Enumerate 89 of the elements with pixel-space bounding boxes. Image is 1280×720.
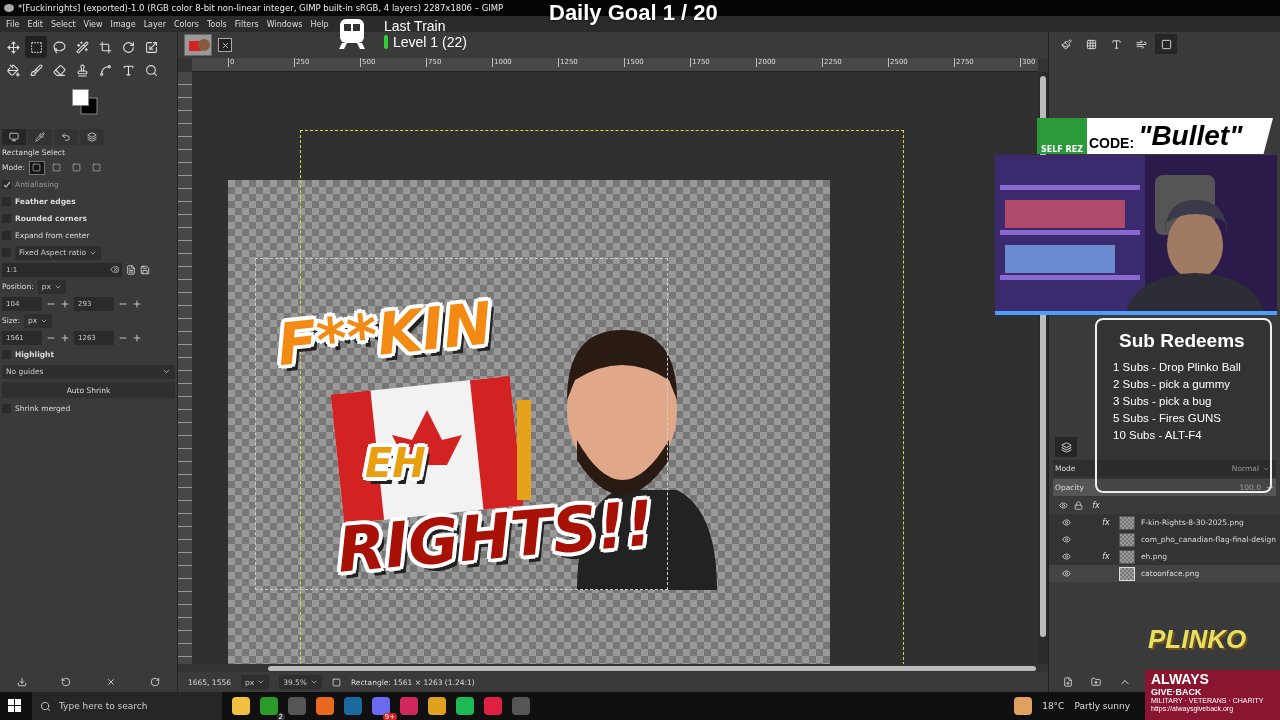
redeem-item: 10 Subs - ALT-F4: [1113, 429, 1203, 441]
menu-item[interactable]: Colors: [169, 19, 203, 29]
delete-icon[interactable]: [105, 677, 116, 687]
taskbar-search-field[interactable]: Type here to search: [32, 692, 222, 720]
redeem-item: 3 Subs - pick a bug: [1113, 395, 1213, 407]
dock-tab[interactable]: [1155, 34, 1177, 54]
plus-icon[interactable]: [60, 332, 70, 343]
plinko-logo: PLINKO: [1148, 624, 1247, 654]
train-level: Level 1 (22): [393, 34, 467, 50]
pattern-icon[interactable]: [1085, 38, 1097, 50]
restore-icon[interactable]: [61, 677, 72, 687]
square-icon[interactable]: [32, 163, 42, 172]
artwork-text: RIGHTS!!: [334, 486, 657, 587]
chevron-down-icon: [310, 678, 318, 686]
dock-tab[interactable]: [80, 129, 104, 145]
plus-icon[interactable]: [132, 298, 142, 309]
images-icon[interactable]: [87, 132, 97, 142]
app-icon[interactable]: [484, 697, 502, 715]
save-icon[interactable]: [140, 264, 150, 275]
dock-tab[interactable]: [1055, 437, 1077, 457]
search-icon: [40, 700, 51, 712]
effects-label: fx: [1091, 500, 1101, 512]
eye-icon[interactable]: [1061, 552, 1071, 561]
square-icon[interactable]: [92, 163, 102, 172]
undo-history-icon[interactable]: [61, 132, 71, 142]
eye-icon[interactable]: [1061, 518, 1071, 527]
layers-icon[interactable]: [1060, 441, 1072, 453]
scrollbar[interactable]: [268, 665, 1036, 671]
layer-thumbnail: [1119, 549, 1135, 564]
chevron-down-icon: [257, 678, 266, 686]
effects-label: fx: [1102, 552, 1110, 561]
code-label: CODE:: [1089, 135, 1135, 151]
brush-icon[interactable]: [1060, 38, 1072, 50]
windows-start-icon[interactable]: [8, 699, 22, 713]
train-title: Last Train: [384, 18, 447, 34]
redeem-item: 2 Subs - pick a gummy: [1113, 378, 1231, 390]
layer-thumbnail: [1119, 515, 1135, 530]
plus-icon[interactable]: [60, 298, 70, 309]
square-icon[interactable]: [52, 163, 62, 172]
menu-item[interactable]: Windows: [262, 19, 307, 29]
eye-icon[interactable]: [1061, 569, 1071, 578]
dock-tab[interactable]: [54, 129, 78, 145]
level-bar: [384, 35, 388, 49]
code-value: "Bullet": [1138, 120, 1243, 152]
menu-item[interactable]: Layer: [139, 19, 170, 29]
gradient-icon[interactable]: [1135, 38, 1147, 50]
menu-item[interactable]: Filters: [230, 19, 263, 29]
lock-icon: [1074, 501, 1083, 510]
clear-icon[interactable]: [110, 265, 119, 274]
selection-icon: [332, 677, 341, 687]
menu-item[interactable]: Tools: [203, 19, 231, 29]
redeem-item: 5 Subs - Fires GUNS: [1113, 412, 1222, 424]
charity-subtitle: GIVE·BACK: [1151, 687, 1202, 697]
mode-button[interactable]: [28, 160, 45, 175]
new-layer-icon[interactable]: [1063, 677, 1073, 687]
charity-title: ALWAYS: [1151, 672, 1209, 687]
window-title: *[Fuckinrights] (exported)-1.0 (RGB color 8-bit non-linear integer, GIMP built-in sRGB, 4 layers) 2287x1806 – GIMP: [18, 3, 504, 13]
visibility-icon: [1059, 501, 1068, 510]
sponsor-logo: SELF REZ: [1037, 118, 1087, 154]
layer-thumbnail: [1119, 532, 1135, 547]
chevron-down-icon: [162, 367, 171, 376]
reset-icon[interactable]: [149, 677, 160, 687]
menu-item[interactable]: Edit: [23, 19, 47, 29]
menu-item[interactable]: File: [2, 19, 24, 29]
weather-text: Partly sunny: [1074, 701, 1130, 711]
dock-tab[interactable]: [28, 129, 52, 145]
document-icon[interactable]: [126, 264, 136, 275]
square-icon[interactable]: [72, 163, 82, 172]
color-swatches-drawing[interactable]: [72, 89, 98, 115]
menu-item[interactable]: Image: [106, 19, 140, 29]
tool-options-icon[interactable]: [9, 132, 19, 142]
panel-title: Sub Redeems: [1119, 330, 1246, 352]
plus-icon[interactable]: [132, 332, 142, 343]
image-thumbnail[interactable]: [184, 34, 212, 56]
new-group-icon[interactable]: [1091, 677, 1101, 687]
menu-item[interactable]: View: [79, 19, 107, 29]
menu-item[interactable]: Select: [46, 19, 80, 29]
save-preset-icon[interactable]: [17, 677, 28, 687]
redeem-item: 1 Subs - Drop Plinko Ball: [1113, 361, 1242, 373]
font-icon[interactable]: [1110, 38, 1122, 50]
dock-tab[interactable]: [2, 129, 26, 145]
eye-icon[interactable]: [1061, 535, 1071, 544]
daily-goal-text: Daily Goal 1 / 20: [549, 0, 718, 25]
temperature: 18°C: [1042, 701, 1065, 711]
layer-thumbnail: [1119, 566, 1135, 581]
artwork-text: F**KIN: [274, 288, 496, 380]
effects-label: fx: [1102, 518, 1110, 527]
menu-item[interactable]: Help: [306, 19, 333, 29]
checkbox[interactable]: [2, 180, 11, 189]
